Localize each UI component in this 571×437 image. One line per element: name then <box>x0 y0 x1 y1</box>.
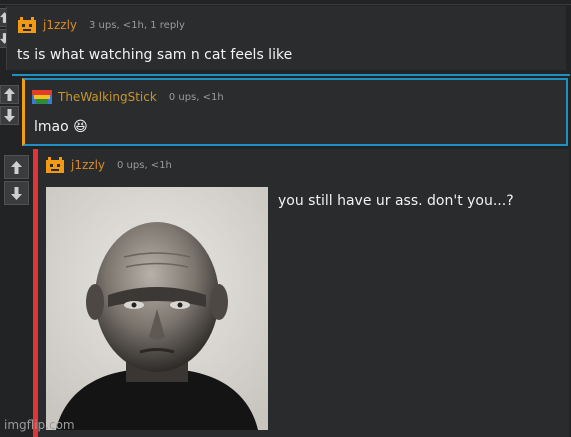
comment-text: lmao 😆 <box>34 119 88 135</box>
vote-controls <box>0 85 21 127</box>
avatar[interactable] <box>17 16 37 34</box>
arrow-down-icon <box>4 109 15 122</box>
arrow-up-icon <box>11 160 22 174</box>
comment-reply: TheWalkingStick 0 ups, <1h lmao 😆 <box>22 78 568 146</box>
upvote-button[interactable] <box>4 155 29 179</box>
bald-man-portrait <box>46 187 268 430</box>
watermark: imgflip.com <box>4 418 75 432</box>
comment-meta: 0 ups, <1h <box>168 91 224 103</box>
avatar[interactable] <box>45 156 65 174</box>
avatar[interactable] <box>32 88 52 106</box>
downvote-button[interactable] <box>4 181 29 205</box>
comment-text: you still have ur ass. don't you...? <box>278 193 514 209</box>
comment-text: ts is what watching sam n cat feels like <box>17 47 293 63</box>
comment-image[interactable] <box>46 187 268 430</box>
comment-header: j1zzly 3 ups, <1h, 1 reply <box>17 16 185 34</box>
comment-meta: 0 ups, <1h <box>117 159 172 171</box>
comment-meta: 3 ups, <1h, 1 reply <box>89 19 185 31</box>
top-divider <box>0 4 571 5</box>
arrow-down-icon <box>11 186 22 200</box>
comment-header: j1zzly 0 ups, <1h <box>45 156 172 174</box>
comment-header: TheWalkingStick 0 ups, <1h <box>32 88 224 106</box>
downvote-button[interactable] <box>0 106 19 125</box>
username-link[interactable]: j1zzly <box>43 18 77 32</box>
upvote-button[interactable] <box>0 85 19 104</box>
comment: j1zzly 3 ups, <1h, 1 reply ts is what wa… <box>6 6 566 70</box>
username-link[interactable]: j1zzly <box>71 158 105 172</box>
username-link[interactable]: TheWalkingStick <box>58 90 157 104</box>
arrow-up-icon <box>4 88 15 101</box>
vote-controls <box>4 155 29 207</box>
reply-indicator <box>12 74 570 76</box>
